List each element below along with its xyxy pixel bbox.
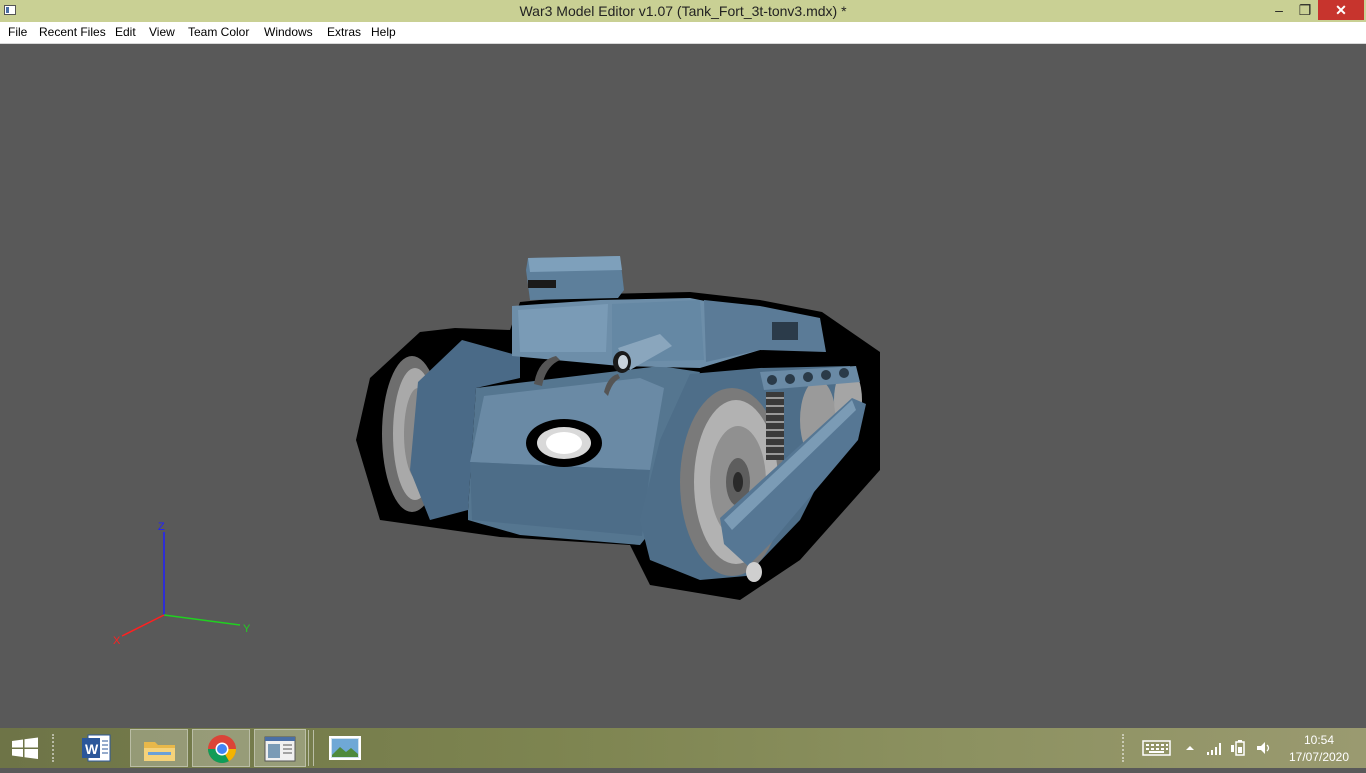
photo-icon (329, 736, 361, 760)
x-axis-line (121, 614, 165, 637)
taskbar-gripper[interactable] (52, 734, 58, 762)
minimize-button[interactable]: – (1266, 0, 1292, 20)
axis-gizmo: Z Y X (113, 521, 251, 647)
chrome-icon (208, 735, 236, 763)
start-button[interactable] (0, 729, 50, 767)
taskbar: W 10:54 17/07/2020 (0, 728, 1366, 768)
windows-logo-icon (12, 737, 38, 759)
svg-text:W: W (85, 741, 99, 757)
menu-help[interactable]: Help (371, 25, 396, 39)
battery-icon[interactable] (1230, 739, 1248, 757)
taskbar-separator (308, 730, 314, 766)
title-bar: War3 Model Editor v1.07 (Tank_Fort_3t-to… (0, 0, 1366, 22)
taskbar-file-explorer[interactable] (130, 729, 188, 767)
menu-file[interactable]: File (8, 25, 27, 39)
x-axis-label: X (113, 635, 121, 647)
y-axis-line (163, 614, 241, 626)
z-axis-label: Z (158, 521, 165, 533)
menu-team-color[interactable]: Team Color (188, 25, 249, 39)
menu-recent-files[interactable]: Recent Files (39, 25, 106, 39)
menu-extras[interactable]: Extras (327, 25, 361, 39)
menu-view[interactable]: View (149, 25, 175, 39)
folder-icon (144, 742, 175, 761)
window-title: War3 Model Editor v1.07 (Tank_Fort_3t-to… (519, 3, 847, 19)
clock-date[interactable]: 17/07/2020 (1286, 750, 1352, 764)
show-hidden-icons-icon[interactable] (1184, 742, 1196, 754)
y-axis-label: Y (243, 623, 251, 635)
viewport-canvas[interactable]: Z Y X (0, 44, 1366, 728)
tank-model (356, 256, 880, 600)
model-editor-icon (264, 736, 296, 762)
network-icon[interactable] (1206, 740, 1224, 756)
clock-time[interactable]: 10:54 (1286, 733, 1352, 747)
taskbar-chrome[interactable] (192, 729, 250, 767)
menu-edit[interactable]: Edit (115, 25, 136, 39)
taskbar-word[interactable]: W (68, 729, 126, 767)
volume-icon[interactable] (1256, 740, 1272, 756)
close-button[interactable]: ✕ (1318, 0, 1364, 20)
model-viewport[interactable]: Z Y X (0, 44, 1366, 728)
word-icon: W (82, 734, 111, 762)
menu-bar: File Recent Files Edit View Team Color W… (0, 22, 1366, 44)
tray-gripper[interactable] (1122, 734, 1128, 762)
keyboard-icon[interactable] (1142, 740, 1172, 756)
taskbar-photos[interactable] (316, 729, 374, 767)
menu-windows[interactable]: Windows (264, 25, 313, 39)
maximize-button[interactable]: ❐ (1292, 0, 1318, 20)
taskbar-war3-model-editor[interactable] (254, 729, 306, 767)
